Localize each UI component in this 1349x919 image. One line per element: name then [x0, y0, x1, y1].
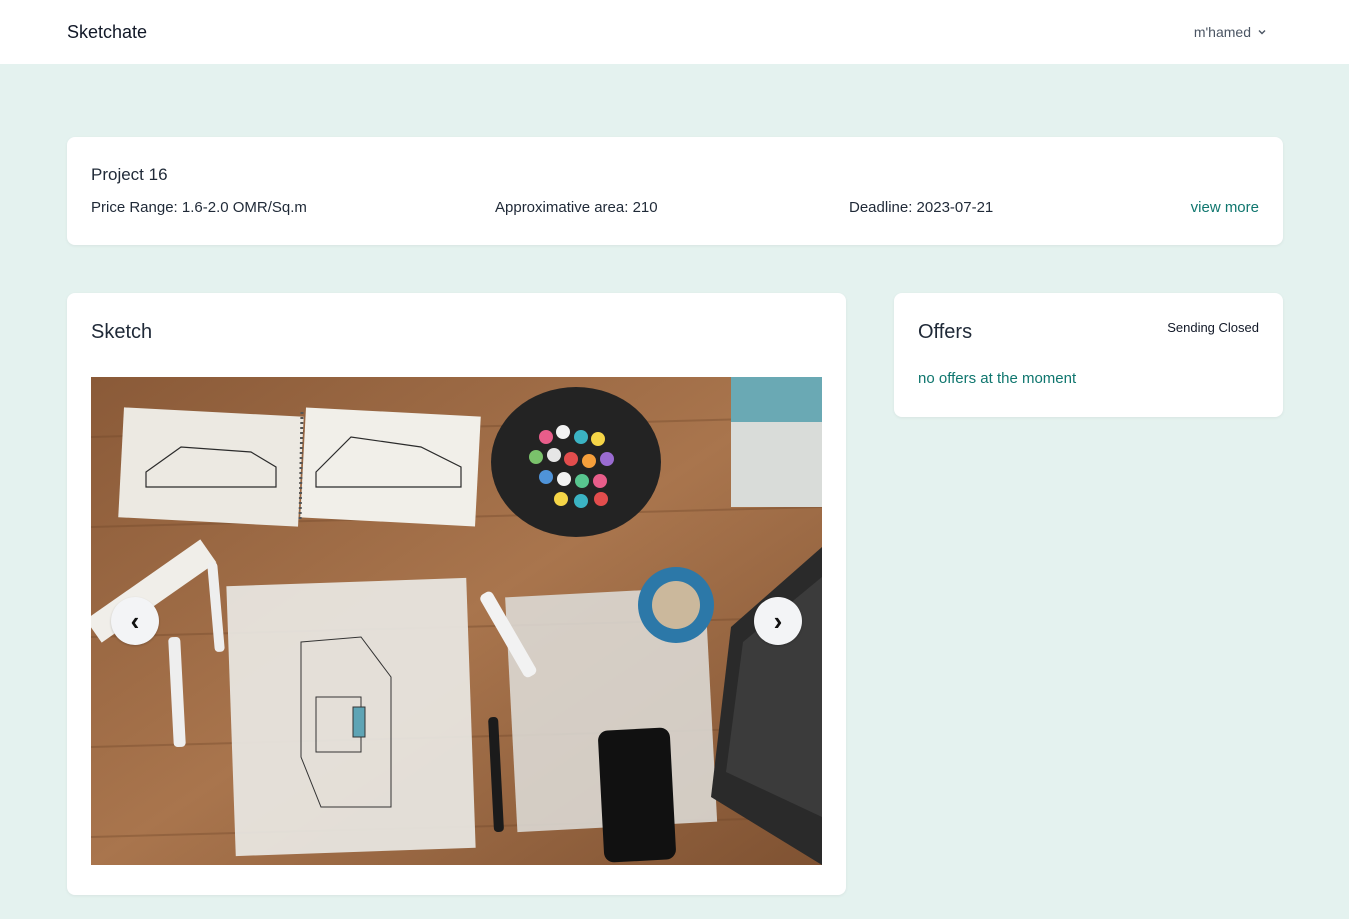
offers-card: Offers Sending Closed no offers at the m… [894, 293, 1283, 417]
view-more-link[interactable]: view more [1191, 199, 1259, 216]
user-menu[interactable]: m'hamed [1194, 24, 1267, 40]
project-summary-card: Project 16 Price Range: 1.6-2.0 OMR/Sq.m… [67, 137, 1283, 245]
chevron-left-icon: ‹ [130, 605, 140, 636]
chevron-right-icon: › [773, 605, 783, 636]
sketch-image [91, 377, 822, 865]
brand-logo[interactable]: Sketchate [67, 22, 147, 43]
deadline: Deadline: 2023-07-21 [849, 199, 994, 216]
carousel-prev-button[interactable]: ‹ [111, 597, 159, 645]
sketch-card: Sketch ‹ › [67, 293, 846, 895]
top-navbar: Sketchate m'hamed [0, 0, 1349, 64]
carousel-next-button[interactable]: › [754, 597, 802, 645]
project-details-row: Price Range: 1.6-2.0 OMR/Sq.m Approximat… [91, 199, 1259, 219]
sketch-title: Sketch [91, 321, 153, 343]
chevron-down-icon [1258, 30, 1266, 35]
price-range: Price Range: 1.6-2.0 OMR/Sq.m [91, 199, 307, 216]
sketch-carousel[interactable]: ‹ › [91, 377, 822, 865]
user-name: m'hamed [1193, 24, 1251, 40]
project-title: Project 16 [91, 165, 168, 184]
offers-status-badge: Sending Closed [1167, 320, 1259, 335]
offers-empty-message: no offers at the moment [918, 370, 1077, 387]
approximative-area: Approximative area: 210 [495, 199, 658, 216]
